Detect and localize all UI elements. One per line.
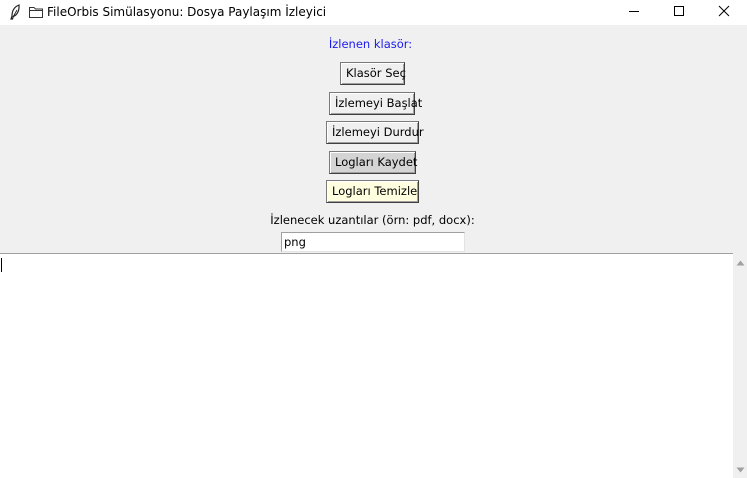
close-icon [718,5,730,20]
close-button[interactable] [701,0,747,25]
minimize-button[interactable] [611,0,657,25]
scroll-down-button[interactable] [733,462,747,476]
title-bar[interactable]: FileOrbis Simülasyonu: Dosya Paylaşım İz… [0,0,747,25]
log-scrollbar[interactable] [733,253,747,478]
text-caret [1,258,2,272]
maximize-icon [673,5,685,20]
extensions-label: İzlenecek uzantılar (örn: pdf, docx): [270,213,475,227]
window-title: FileOrbis Simülasyonu: Dosya Paylaşım İz… [47,5,327,19]
app-window: FileOrbis Simülasyonu: Dosya Paylaşım İz… [0,0,747,478]
maximize-button[interactable] [656,0,702,25]
watched-folder-label: İzlenen klasör: [328,37,413,51]
clear-logs-button[interactable]: Logları Temizle [326,180,419,203]
scroll-up-button[interactable] [733,255,747,269]
save-logs-button[interactable]: Logları Kaydet [329,151,417,174]
log-text-area[interactable] [0,253,733,478]
extensions-input[interactable] [281,232,465,252]
select-folder-button[interactable]: Klasör Seç [340,62,406,85]
main-panel: İzlenen klasör: Klasör Seç İzlemeyi Başl… [0,25,747,478]
folder-icon [29,6,43,18]
start-watching-button[interactable]: İzlemeyi Başlat [329,92,422,115]
feather-icon [8,4,22,20]
stop-watching-button[interactable]: İzlemeyi Durdur [326,121,424,144]
triangle-up-icon [736,255,745,269]
triangle-down-icon [736,462,745,476]
minimize-icon [628,5,640,20]
